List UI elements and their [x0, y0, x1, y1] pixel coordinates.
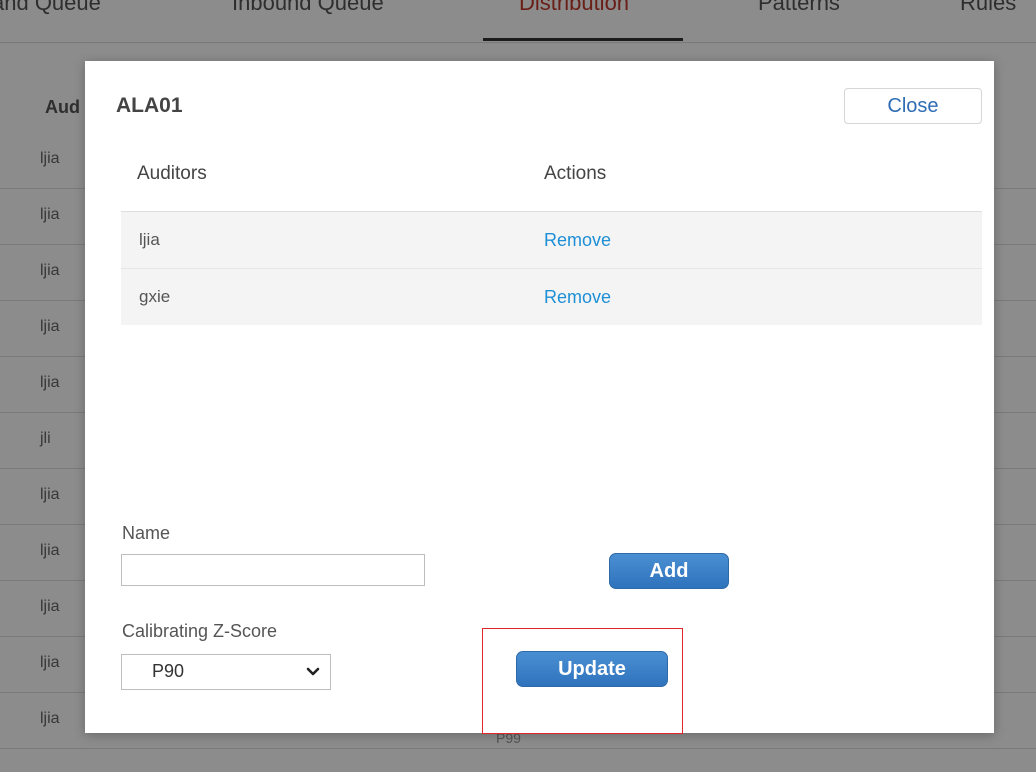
zscore-label: Calibrating Z-Score [122, 621, 278, 641]
name-input[interactable] [121, 554, 425, 586]
zscore-select[interactable]: P90 [121, 654, 331, 690]
auditor-modal: ALA01 Close Auditors Actions ljia Remove… [85, 61, 994, 734]
column-header-auditors: Auditors [121, 136, 532, 212]
auditors-table: Auditors Actions ljia Remove gxie Remove [121, 136, 982, 325]
auditor-name-cell: gxie [121, 268, 532, 325]
close-button[interactable]: Close [844, 88, 982, 124]
add-button[interactable]: Add [609, 553, 729, 589]
actions-cell: Remove [532, 268, 982, 325]
modal-title: ALA01 [116, 94, 183, 117]
column-header-actions: Actions [532, 136, 982, 212]
remove-link[interactable]: Remove [544, 230, 611, 250]
name-label: Name [122, 523, 171, 543]
update-button[interactable]: Update [516, 651, 668, 687]
table-row: gxie Remove [121, 268, 982, 325]
remove-link[interactable]: Remove [544, 287, 611, 307]
actions-cell: Remove [532, 211, 982, 269]
zscore-selected-value: P90 [152, 661, 185, 681]
table-header-row: Auditors Actions [121, 136, 982, 212]
chevron-down-icon [306, 667, 320, 676]
auditor-name-cell: ljia [121, 211, 532, 269]
table-row: ljia Remove [121, 211, 982, 269]
